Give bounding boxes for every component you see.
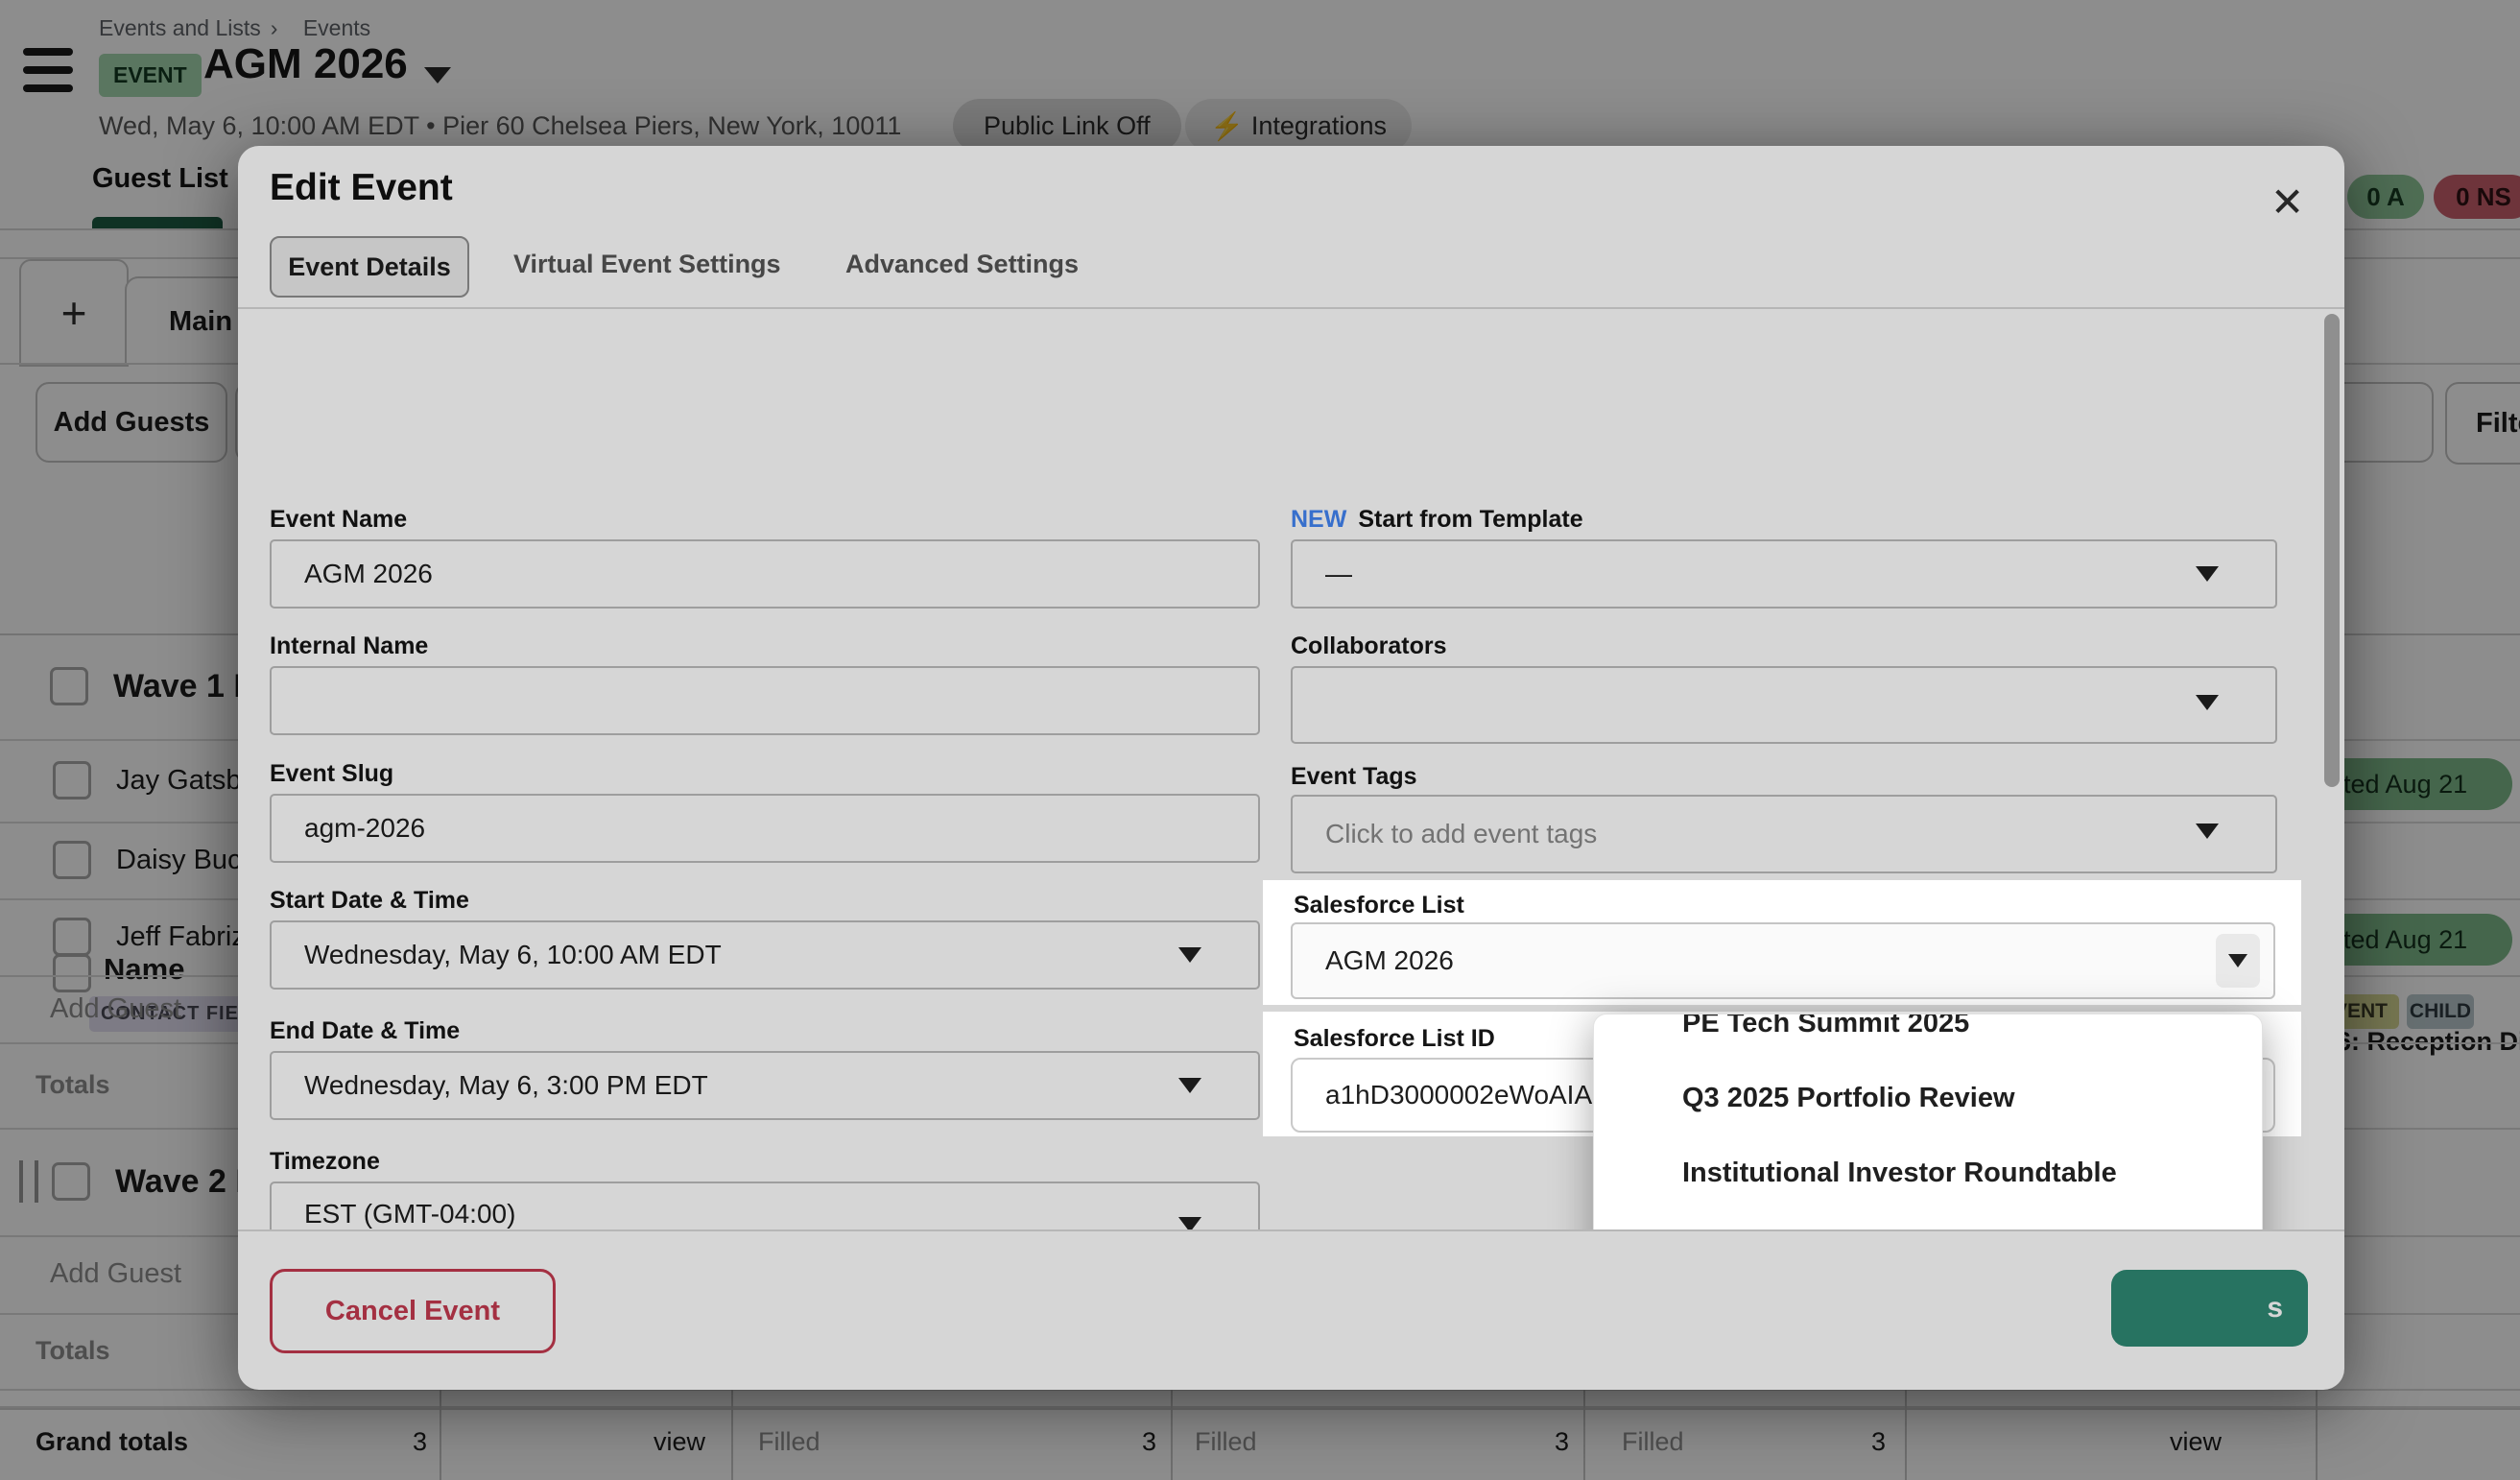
salesforce-list-select[interactable]: AGM 2026 bbox=[1291, 922, 2275, 999]
salesforce-list-label: Salesforce List bbox=[1294, 892, 1464, 919]
salesforce-list-dropdown-menu: PE Tech Summit 2025 Q3 2025 Portfolio Re… bbox=[1593, 1014, 2263, 1229]
salesforce-list-id-label: Salesforce List ID bbox=[1294, 1025, 1495, 1053]
chevron-down-icon bbox=[2228, 954, 2247, 967]
select-caret-button[interactable] bbox=[2216, 934, 2260, 988]
dropdown-option[interactable]: Institutional Investor Roundtable bbox=[1594, 1135, 2262, 1210]
salesforce-list-group: Salesforce List AGM 2026 bbox=[1263, 880, 2301, 1005]
dropdown-option[interactable]: Q3 2025 Portfolio Review bbox=[1594, 1061, 2262, 1135]
app-screen: Events and Lists› Events EVENT AGM 2026 … bbox=[0, 0, 2520, 1480]
dropdown-option[interactable]: Private Equity International Awards bbox=[1594, 1210, 2262, 1229]
dropdown-option[interactable]: PE Tech Summit 2025 bbox=[1594, 1014, 2262, 1061]
dropdown-backdrop bbox=[0, 0, 2520, 1480]
